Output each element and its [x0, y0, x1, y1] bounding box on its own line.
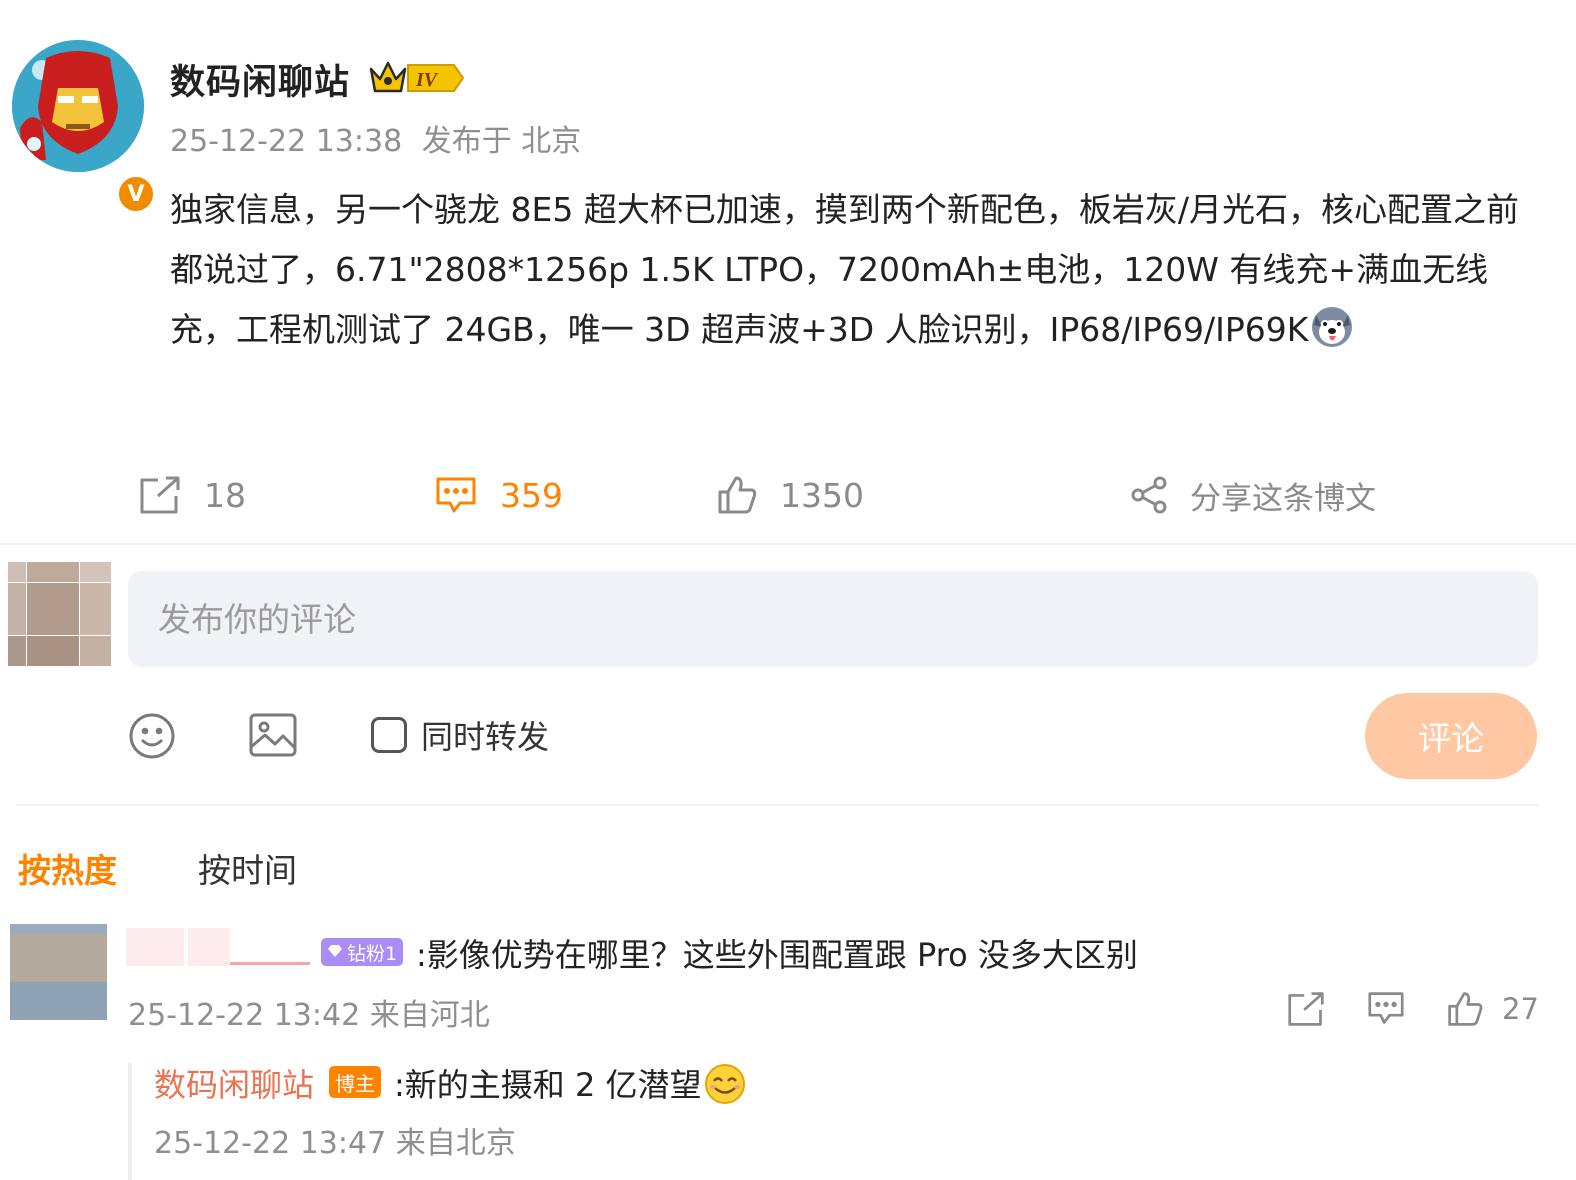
repost-icon	[138, 474, 182, 516]
share-label: 分享这条博文	[1190, 480, 1376, 517]
author-avatar[interactable]: V	[12, 40, 156, 214]
like-button[interactable]: 1350	[716, 468, 864, 522]
comment-button[interactable]: 359	[434, 468, 563, 522]
comment-meta: 25-12-22 13:42 来自河北	[128, 998, 490, 1033]
verified-badge: V	[116, 174, 156, 214]
fan-level-badge: 钻粉1	[321, 938, 404, 966]
divider	[0, 543, 1576, 545]
tab-sort-by-time[interactable]: 按时间	[198, 844, 297, 892]
comment-input[interactable]	[128, 571, 1538, 667]
comment-like-count: 27	[1502, 992, 1539, 1026]
submit-comment-button[interactable]: 评论	[1365, 693, 1537, 779]
author-name[interactable]: 数码闲聊站	[170, 54, 350, 105]
comment-icon	[1366, 990, 1406, 1033]
repost-count: 18	[204, 475, 246, 515]
iron-man-avatar-image	[12, 40, 144, 172]
current-user-avatar	[8, 562, 111, 666]
thumbs-up-icon	[716, 474, 758, 516]
thumbs-up-icon	[1446, 990, 1484, 1028]
commenter-name[interactable]	[126, 928, 310, 966]
checkbox[interactable]	[371, 717, 407, 753]
comment-icon	[434, 475, 478, 515]
post-meta: 25-12-22 13:38 发布于 北京	[170, 116, 581, 160]
comment-reply-button[interactable]	[1366, 990, 1406, 1033]
comment-like-button[interactable]: 27	[1446, 990, 1539, 1028]
post-timestamp: 25-12-22 13:38	[170, 124, 403, 159]
commenter-name-underline	[230, 962, 310, 965]
reply-meta: 25-12-22 13:47 来自北京	[154, 1126, 516, 1161]
smiley-icon	[128, 712, 176, 764]
tab-sort-by-hot[interactable]: 按热度	[18, 844, 117, 892]
fan-level-text: 钻粉1	[347, 942, 398, 965]
comment-text: :影像优势在哪里？这些外围配置跟 Pro 没多大区别	[416, 936, 1138, 974]
repost-icon	[1286, 990, 1326, 1035]
post-text: 独家信息，另一个骁龙 8E5 超大杯已加速，摸到两个新配色，板岩灰/月光石，核心…	[170, 180, 1550, 360]
smile-emoji-icon	[704, 1063, 746, 1105]
level-text: IV	[415, 69, 439, 91]
diamond-icon	[327, 941, 343, 963]
crown-level-icon[interactable]: IV	[368, 57, 466, 101]
blogger-badge: 博主	[329, 1066, 381, 1098]
image-upload-button[interactable]	[248, 712, 298, 762]
like-count: 1350	[780, 475, 864, 515]
reply-thread-line	[128, 1063, 132, 1180]
repost-checkbox-label: 同时转发	[421, 718, 550, 756]
husky-emoji-icon	[1310, 305, 1354, 349]
comment-repost-button[interactable]	[1286, 990, 1326, 1035]
post-location: 发布于 北京	[421, 124, 582, 159]
comment-count: 359	[500, 475, 563, 515]
repost-checkbox[interactable]: 同时转发	[371, 712, 549, 758]
repost-button[interactable]: 18	[138, 468, 246, 522]
emoji-picker-button[interactable]	[128, 712, 176, 764]
commenter-avatar[interactable]	[10, 924, 107, 1020]
share-icon	[1130, 475, 1168, 515]
image-icon	[248, 712, 298, 762]
divider	[16, 804, 1538, 806]
reply-text: :新的主摄和 2 亿潜望	[394, 1060, 746, 1106]
reply-text-content: :新的主摄和 2 亿潜望	[394, 1066, 702, 1104]
reply-author-name[interactable]: 数码闲聊站	[154, 1060, 314, 1106]
share-button[interactable]: 分享这条博文	[1130, 468, 1376, 522]
